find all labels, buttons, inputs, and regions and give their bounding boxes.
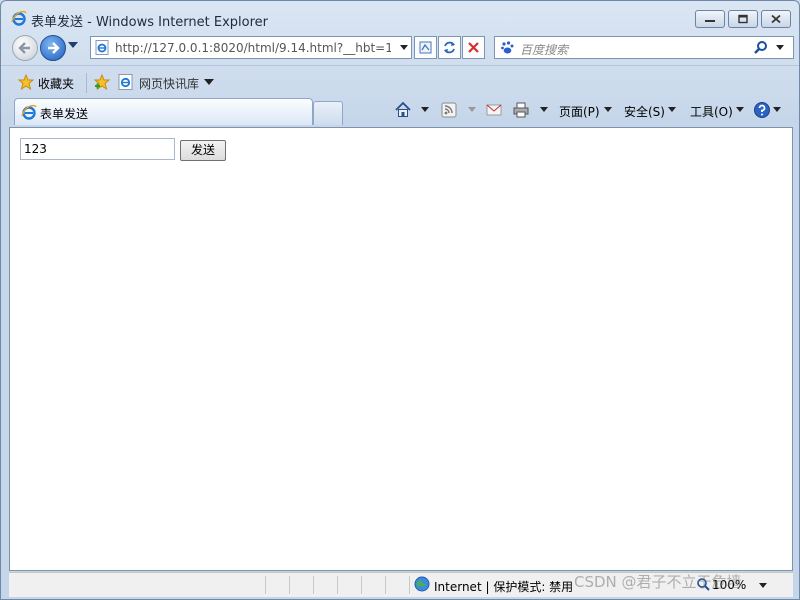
help-icon[interactable] <box>753 100 771 120</box>
search-box[interactable]: 百度搜索 <box>494 36 794 59</box>
ie-logo-icon <box>11 10 27 26</box>
favorites-star-icon <box>18 74 34 90</box>
close-icon <box>771 14 781 24</box>
back-button[interactable] <box>12 35 38 61</box>
page-content: 发送 <box>9 127 793 571</box>
feeds-dropdown-icon[interactable] <box>468 107 476 112</box>
feeds-icon[interactable] <box>441 100 457 120</box>
read-mail-icon[interactable] <box>486 100 502 120</box>
help-dropdown-icon[interactable] <box>773 107 781 112</box>
page-ie-icon <box>95 40 109 55</box>
page-menu-dropdown-icon[interactable] <box>604 107 612 112</box>
address-dropdown-icon[interactable] <box>400 45 408 50</box>
recent-pages-dropdown-icon[interactable] <box>68 42 78 48</box>
back-arrow-icon <box>18 42 30 54</box>
status-divider <box>409 576 410 594</box>
search-icon[interactable] <box>753 40 769 56</box>
home-icon[interactable] <box>394 100 412 120</box>
add-to-favorites-bar-icon[interactable] <box>93 73 111 91</box>
status-divider <box>361 576 362 594</box>
web-slice-gallery-link[interactable]: 网页快讯库 <box>139 75 199 92</box>
print-icon[interactable] <box>512 100 530 120</box>
safety-menu[interactable]: 安全(S) <box>624 103 665 120</box>
internet-globe-icon <box>414 576 430 592</box>
address-bar[interactable]: http://127.0.0.1:8020/html/9.14.html?__h… <box>90 36 412 59</box>
web-slice-ie-icon <box>118 74 133 90</box>
window-title: 表单发送 - Windows Internet Explorer <box>31 15 268 30</box>
print-dropdown-icon[interactable] <box>540 107 548 112</box>
web-slice-dropdown-icon[interactable] <box>204 79 214 85</box>
new-tab-button[interactable] <box>313 101 343 125</box>
baidu-paw-icon <box>501 41 514 54</box>
favorites-button[interactable]: 收藏夹 <box>38 75 74 92</box>
title-bar: 表单发送 - Windows Internet Explorer <box>1 1 799 33</box>
search-placeholder[interactable]: 百度搜索 <box>520 41 568 58</box>
submit-button[interactable]: 发送 <box>180 140 226 161</box>
status-divider <box>289 576 290 594</box>
stop-button[interactable] <box>462 36 485 59</box>
forward-button[interactable] <box>40 35 66 61</box>
minimize-button[interactable] <box>695 10 725 28</box>
ie-window: 表单发送 - Windows Internet Explorer http://… <box>0 0 800 600</box>
safety-menu-dropdown-icon[interactable] <box>668 107 676 112</box>
text-input[interactable] <box>20 138 175 160</box>
favorites-bar: 收藏夹 网页快讯库 <box>1 65 799 98</box>
security-zone-text[interactable]: Internet | 保护模式: 禁用 <box>434 578 573 595</box>
tools-menu-dropdown-icon[interactable] <box>736 107 744 112</box>
page-menu[interactable]: 页面(P) <box>559 103 600 120</box>
status-divider <box>385 576 386 594</box>
zoom-dropdown-icon[interactable] <box>759 583 767 588</box>
minimize-icon <box>705 20 715 22</box>
forward-arrow-icon <box>48 42 60 54</box>
refresh-icon <box>444 41 455 54</box>
status-divider <box>313 576 314 594</box>
restore-icon <box>738 14 748 24</box>
maximize-button[interactable] <box>728 10 758 28</box>
status-divider <box>337 576 338 594</box>
search-options-dropdown-icon[interactable] <box>776 45 784 50</box>
refresh-button[interactable] <box>438 36 461 59</box>
compatibility-view-button[interactable] <box>414 36 437 59</box>
tab-form-send[interactable]: 表单发送 <box>14 98 313 125</box>
csdn-watermark: CSDN @君子不立于危墙 <box>574 573 742 591</box>
status-divider <box>265 576 266 594</box>
tools-menu[interactable]: 工具(O) <box>690 103 733 120</box>
close-button[interactable] <box>761 10 791 28</box>
tab-ie-icon <box>21 104 37 120</box>
compatibility-view-icon <box>419 41 432 54</box>
stop-icon <box>468 42 479 53</box>
url-text[interactable]: http://127.0.0.1:8020/html/9.14.html?__h… <box>115 41 391 55</box>
home-dropdown-icon[interactable] <box>421 107 429 112</box>
favorites-separator <box>86 73 87 93</box>
tab-label: 表单发送 <box>40 107 89 121</box>
